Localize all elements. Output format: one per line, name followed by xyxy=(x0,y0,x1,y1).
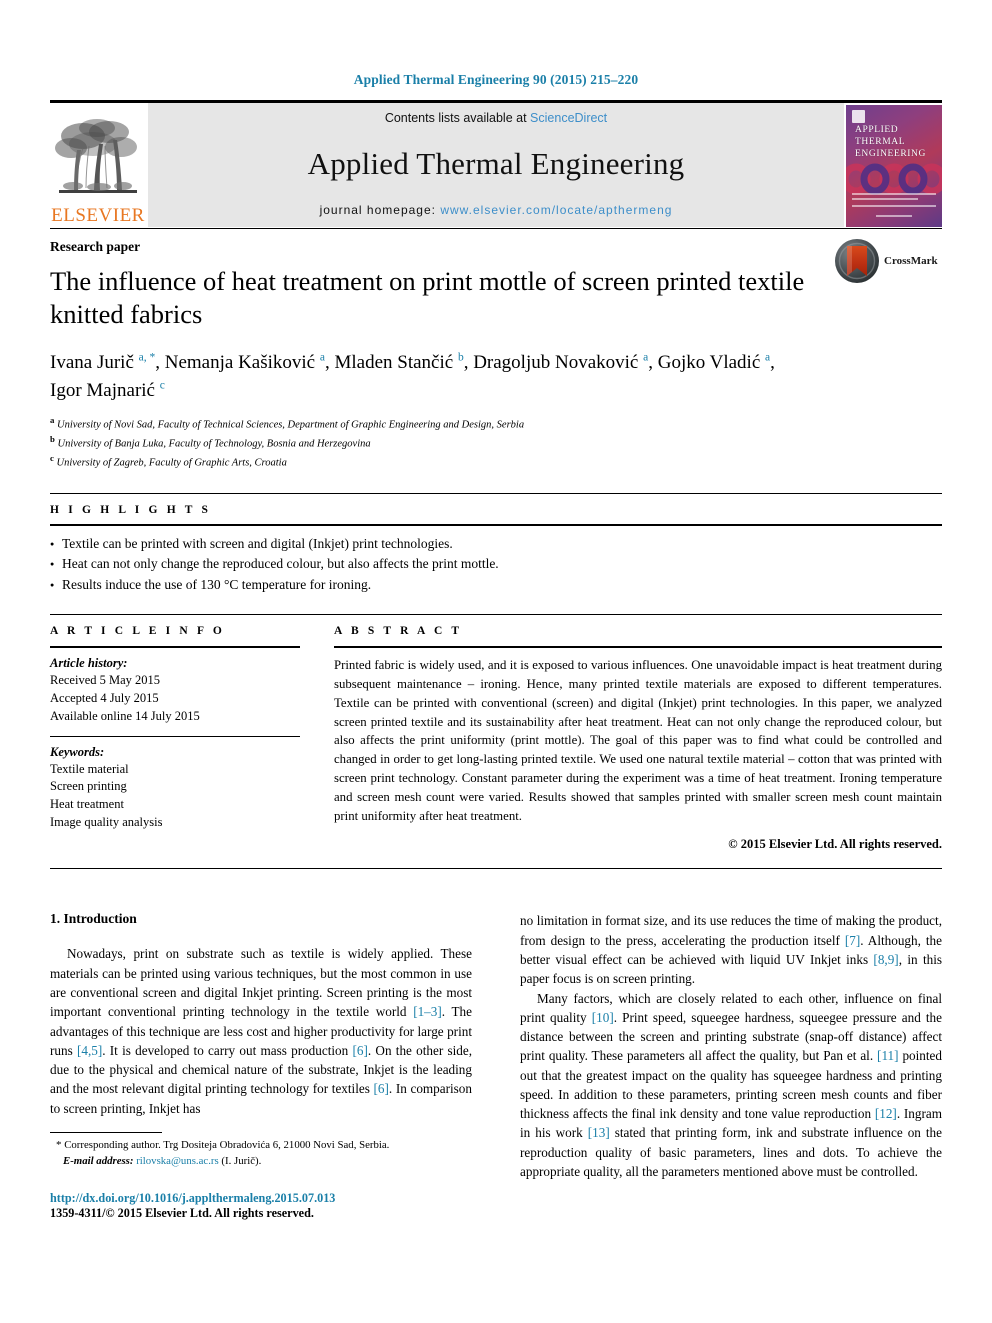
email-owner: (I. Jurič). xyxy=(221,1154,262,1167)
list-item: Heat can not only change the reproduced … xyxy=(50,554,942,575)
keyword-item: Image quality analysis xyxy=(50,814,163,829)
sciencedirect-link[interactable]: ScienceDirect xyxy=(530,111,607,125)
highlights-list: Textile can be printed with screen and d… xyxy=(50,534,942,597)
cover-title: APPLIED THERMAL ENGINEERING xyxy=(855,125,926,159)
article-info-heading: A R T I C L E I N F O xyxy=(50,625,225,638)
corresponding-author-note: * Corresponding author. Trg Dositeja Obr… xyxy=(50,1138,472,1154)
issn-copyright-line: 1359-4311/© 2015 Elsevier Ltd. All right… xyxy=(50,1206,314,1221)
abstract-text: Printed fabric is widely used, and it is… xyxy=(334,658,942,823)
article-history-item: Accepted 4 July 2015 xyxy=(50,691,159,706)
masthead-center-panel: Contents lists available at ScienceDirec… xyxy=(148,103,844,227)
article-info-divider xyxy=(50,646,300,649)
affiliation-item: c University of Zagreb, Faculty of Graph… xyxy=(50,452,942,471)
affiliation-marker: c xyxy=(50,452,54,463)
abstract-heading: A B S T R A C T xyxy=(334,625,463,638)
highlights-heading: H I G H L I G H T S xyxy=(50,503,212,516)
paper-page: Applied Thermal Engineering 90 (2015) 21… xyxy=(0,0,992,1323)
body-top-divider xyxy=(50,868,942,870)
paragraph: Nowadays, print on substrate such as tex… xyxy=(50,946,473,1116)
abstract-divider xyxy=(334,646,942,649)
email-label: E-mail address: xyxy=(63,1154,134,1167)
article-header: CrossMark Research paper The influence o… xyxy=(50,228,942,471)
homepage-label: journal homepage: xyxy=(319,203,436,217)
crossmark-label: CrossMark xyxy=(884,255,938,267)
footnote-divider xyxy=(50,1131,162,1133)
elsevier-tree-icon xyxy=(53,114,143,206)
journal-masthead: ELSEVIER Contents lists available at Sci… xyxy=(50,100,942,227)
article-history-label: Article history: xyxy=(50,656,128,671)
keyword-item: Heat treatment xyxy=(50,797,124,812)
affiliation-item: a University of Novi Sad, Faculty of Tec… xyxy=(50,414,942,433)
crossmark-badge[interactable]: CrossMark xyxy=(834,235,942,287)
elsevier-wordmark: ELSEVIER xyxy=(51,205,145,226)
journal-homepage-line: journal homepage: www.elsevier.com/locat… xyxy=(320,203,673,217)
running-head: Applied Thermal Engineering 90 (2015) 21… xyxy=(353,72,639,87)
body-right-column: no limitation in format size, and its us… xyxy=(520,911,942,1221)
body-left-column: 1. Introduction Nowadays, print on subst… xyxy=(50,911,472,1221)
affiliation-item: b University of Banja Luka, Faculty of T… xyxy=(50,433,942,452)
highlights-section: H I G H L I G H T S Textile can be print… xyxy=(50,492,942,597)
keywords-divider xyxy=(50,735,300,737)
contents-available-line: Contents lists available at ScienceDirec… xyxy=(385,111,607,125)
affiliation-marker: a xyxy=(50,415,55,426)
affiliation-text: University of Banja Luka, Faculty of Tec… xyxy=(57,438,371,450)
affiliation-text: University of Novi Sad, Faculty of Techn… xyxy=(57,419,525,431)
homepage-url-link[interactable]: www.elsevier.com/locate/apthermeng xyxy=(440,203,672,217)
highlights-divider xyxy=(50,523,942,526)
abstract-copyright: © 2015 Elsevier Ltd. All rights reserved… xyxy=(728,837,942,852)
article-history-item: Received 5 May 2015 xyxy=(50,673,161,688)
abstract-column: A B S T R A C T Printed fabric is widely… xyxy=(334,625,942,852)
info-abstract-section: A R T I C L E I N F O Article history: R… xyxy=(50,614,942,852)
footnote-area: * Corresponding author. Trg Dositeja Obr… xyxy=(50,1131,472,1222)
email-note: E-mail address: rilovska@uns.ac.rs (I. J… xyxy=(50,1154,472,1170)
keywords-label: Keywords: xyxy=(50,744,105,759)
journal-title: Applied Thermal Engineering xyxy=(307,146,685,181)
doi-link[interactable]: http://dx.doi.org/10.1016/j.applthermale… xyxy=(50,1191,472,1206)
affiliation-marker: b xyxy=(50,434,55,445)
list-item: Textile can be printed with screen and d… xyxy=(50,534,942,555)
keyword-item: Screen printing xyxy=(50,779,127,794)
affiliation-text: University of Zagreb, Faculty of Graphic… xyxy=(56,457,287,469)
elsevier-logo: ELSEVIER xyxy=(50,103,146,227)
keyword-item: Textile material xyxy=(50,761,129,776)
footer-block: http://dx.doi.org/10.1016/j.applthermale… xyxy=(50,1191,472,1221)
list-item: Results induce the use of 130 °C tempera… xyxy=(50,575,942,596)
body-two-columns: 1. Introduction Nowadays, print on subst… xyxy=(50,911,942,1221)
corresponding-author-text: Corresponding author. Trg Dositeja Obrad… xyxy=(64,1138,390,1151)
paragraph: no limitation in format size, and its us… xyxy=(520,913,943,987)
corresponding-author-marker: * xyxy=(56,1138,62,1151)
paragraph: Many factors, which are closely related … xyxy=(520,990,942,1179)
article-history-item: Available online 14 July 2015 xyxy=(50,708,200,723)
article-info-column: A R T I C L E I N F O Article history: R… xyxy=(50,625,300,852)
paper-type-label: Research paper xyxy=(50,239,141,254)
journal-cover-thumbnail: APPLIED THERMAL ENGINEERING xyxy=(846,103,942,227)
page-title: The influence of heat treatment on print… xyxy=(50,266,805,330)
cover-elsevier-mark-icon xyxy=(852,110,865,123)
affiliation-list: a University of Novi Sad, Faculty of Tec… xyxy=(50,414,942,470)
email-link[interactable]: rilovska@uns.ac.rs xyxy=(136,1155,219,1167)
crossmark-icon xyxy=(835,239,879,283)
author-list: Ivana Jurič a, *, Nemanja Kašiković a, M… xyxy=(50,351,775,401)
introduction-heading: 1. Introduction xyxy=(50,911,137,927)
contents-prefix: Contents lists available at xyxy=(384,111,527,125)
